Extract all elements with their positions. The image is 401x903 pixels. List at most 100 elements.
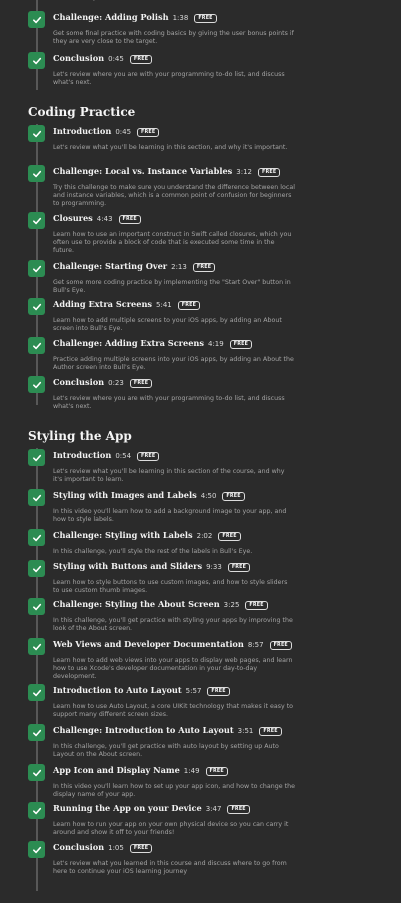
free-badge: FREE [245,601,268,610]
lesson-header[interactable]: Challenge: Adding Polish 1:38 FREE [53,12,217,24]
lesson-header[interactable]: Web Views and Developer Documentation 8:5… [53,639,292,651]
lesson-header[interactable]: Introduction 0:45 FREE [53,126,160,138]
section-title: Coding Practice [28,105,136,119]
completed-check-icon[interactable] [28,684,45,701]
lesson-title[interactable]: Web Views and Developer Documentation [53,639,244,649]
completed-check-icon[interactable] [28,11,45,28]
lesson-description: Learn how to add multiple screens to you… [53,317,282,332]
lesson-description: Practice adding multiple screens into yo… [53,356,294,371]
lesson-description: In this challenge, you'll get practice w… [53,617,293,632]
lesson-title[interactable]: Introduction [53,450,111,460]
lesson-header[interactable]: Adding Extra Screens 5:41 FREE [53,299,201,311]
lesson-title[interactable]: Conclusion [53,53,104,63]
lesson-title[interactable]: Adding Extra Screens [53,299,152,309]
lesson-title[interactable]: Conclusion [53,377,104,387]
lesson-title[interactable]: Introduction to Auto Layout [53,685,182,695]
completed-check-icon[interactable] [28,52,45,69]
lesson-duration: 4:50 [200,492,217,500]
lesson-description: how well they did each round. [53,0,353,2]
completed-check-icon[interactable] [28,212,45,229]
free-badge: FREE [258,168,281,177]
completed-check-icon[interactable] [28,802,45,819]
free-badge: FREE [269,641,292,650]
completed-check-icon[interactable] [28,337,45,354]
lesson-title[interactable]: Challenge: Local vs. Instance Variables [53,166,232,176]
lesson-title[interactable]: Challenge: Adding Polish [53,12,169,22]
lesson-header[interactable]: Styling with Buttons and Sliders 9:33 FREE [53,561,251,573]
completed-check-icon[interactable] [28,841,45,858]
completed-check-icon[interactable] [28,376,45,393]
free-badge: FREE [129,379,153,388]
lesson-header[interactable]: Conclusion 1:05 FREE [53,842,153,854]
free-badge: FREE [194,14,217,23]
completed-check-icon[interactable] [28,298,45,315]
lesson-title[interactable]: Challenge: Introduction to Auto Layout [53,725,234,735]
lesson-title[interactable]: Challenge: Styling the About Screen [53,599,220,609]
lesson-title[interactable]: App Icon and Display Name [53,765,180,775]
completed-check-icon[interactable] [28,724,45,741]
lesson-duration: 1:38 [172,14,189,22]
completed-check-icon[interactable] [28,489,45,506]
completed-check-icon[interactable] [28,638,45,655]
free-badge: FREE [222,492,245,501]
completed-check-icon[interactable] [28,764,45,781]
lesson-header[interactable]: Challenge: Introduction to Auto Layout 3:… [53,725,282,737]
lesson-description: In this video you'll learn how to add a … [53,508,287,523]
lesson-description: Learn how to add web views into your app… [53,657,293,680]
completed-check-icon[interactable] [28,598,45,615]
lesson-description: Get some final practice with coding basi… [53,30,294,45]
lesson-duration: 3:47 [205,805,222,813]
free-badge: FREE [137,128,160,137]
lesson-header[interactable]: Challenge: Starting Over 2:13 FREE [53,261,216,273]
lesson-header[interactable]: Styling with Images and Labels 4:50 FREE [53,490,245,502]
lesson-title[interactable]: Styling with Buttons and Sliders [53,561,202,571]
lesson-header[interactable]: Conclusion 0:23 FREE [53,377,153,389]
lesson-title[interactable]: Conclusion [53,842,104,852]
completed-check-icon[interactable] [28,529,45,546]
lesson-header[interactable]: Introduction to Auto Layout 5:57 FREE [53,685,230,697]
lesson-duration: 0:45 [115,128,132,136]
lesson-header[interactable]: App Icon and Display Name 1:49 FREE [53,765,228,777]
timeline-line [36,448,38,891]
lesson-title[interactable]: Running the App on your Device [53,803,202,813]
lesson-header[interactable]: Challenge: Styling with Labels 2:02 FREE [53,530,241,542]
lesson-header[interactable]: Challenge: Adding Extra Screens 4:19 FREE [53,338,253,350]
lesson-title[interactable]: Closures [53,213,93,223]
completed-check-icon[interactable] [28,449,45,466]
section-title: Styling the App [28,429,132,443]
lesson-header[interactable]: Running the App on your Device 3:47 FREE [53,803,250,815]
completed-check-icon[interactable] [28,165,45,182]
lesson-title[interactable]: Challenge: Starting Over [53,261,167,271]
lesson-duration: 2:02 [196,532,213,540]
lesson-title[interactable]: Challenge: Adding Extra Screens [53,338,204,348]
lesson-duration: 1:49 [183,767,200,775]
lesson-duration: 9:33 [206,563,222,571]
lesson-duration: 3:12 [236,168,252,176]
lesson-duration: 5:57 [185,687,202,695]
free-badge: FREE [129,844,153,853]
course-outline: how well they did each round. Challenge: … [0,0,401,903]
lesson-header[interactable]: Challenge: Local vs. Instance Variables 3… [53,166,281,178]
lesson-duration: 4:43 [96,215,113,223]
completed-check-icon[interactable] [28,560,45,577]
lesson-description: Learn how to style buttons to use custom… [53,579,288,594]
lesson-title[interactable]: Introduction [53,126,111,136]
lesson-header[interactable]: Introduction 0:54 FREE [53,450,160,462]
lesson-duration: 8:57 [247,641,264,649]
lesson-header[interactable]: Closures 4:43 FREE [53,213,141,225]
lesson-description: Learn how to use an important construct … [53,231,292,254]
lesson-duration: 4:19 [207,340,224,348]
free-badge: FREE [205,767,228,776]
lesson-title[interactable]: Styling with Images and Labels [53,490,197,500]
lesson-header[interactable]: Conclusion 0:45 FREE [53,53,153,65]
lesson-description: Learn how to run your app on your own ph… [53,821,289,836]
lesson-header[interactable]: Challenge: Styling the About Screen 3:25 F… [53,599,268,611]
free-badge: FREE [118,215,141,224]
lesson-duration: 1:05 [108,844,124,852]
completed-check-icon[interactable] [28,260,45,277]
lesson-description: In this video you'll learn how to set up… [53,783,295,798]
lesson-title[interactable]: Challenge: Styling with Labels [53,530,193,540]
lesson-duration: 0:23 [108,379,124,387]
lesson-description: Try this challenge to make sure you unde… [53,184,295,207]
completed-check-icon[interactable] [28,125,45,142]
